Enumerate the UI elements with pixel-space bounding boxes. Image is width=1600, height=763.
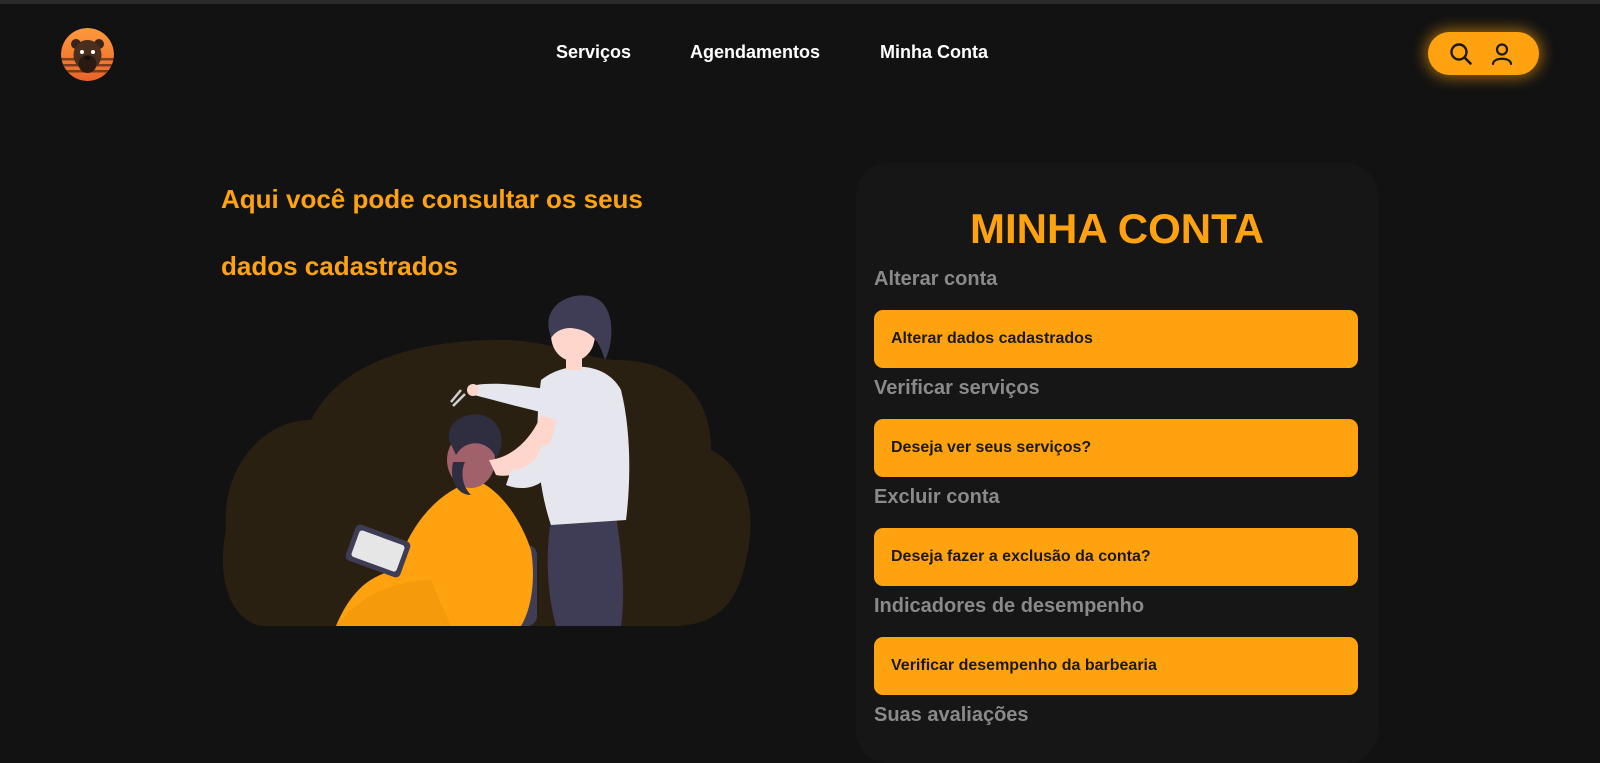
section-label-alterar-conta: Alterar conta: [874, 268, 998, 290]
alterar-dados-button[interactable]: Alterar dados cadastrados: [874, 310, 1358, 368]
header-actions: [1428, 32, 1539, 75]
section-label-excluir-conta: Excluir conta: [874, 486, 1000, 508]
account-title: MINHA CONTA: [970, 205, 1264, 252]
hero-heading: Aqui você pode consultar os seus dados c…: [221, 166, 701, 300]
user-icon[interactable]: [1489, 41, 1515, 67]
section-label-verificar-servicos: Verificar serviços: [874, 377, 1040, 399]
account-card: MINHA CONTA Alterar conta Alterar dados …: [856, 163, 1378, 763]
hero-line-1: Aqui você pode consultar os seus: [221, 184, 643, 214]
section-label-avaliacoes: Suas avaliações: [874, 704, 1029, 726]
ver-servicos-button[interactable]: Deseja ver seus serviços?: [874, 419, 1358, 477]
main-nav: Serviços Agendamentos Minha Conta: [0, 42, 1600, 66]
section-label-indicadores: Indicadores de desempenho: [874, 595, 1145, 617]
top-border: [0, 0, 1600, 4]
nav-minha-conta[interactable]: Minha Conta: [880, 42, 988, 63]
verificar-desempenho-button[interactable]: Verificar desempenho da barbearia: [874, 637, 1358, 695]
excluir-conta-button[interactable]: Deseja fazer a exclusão da conta?: [874, 528, 1358, 586]
search-icon[interactable]: [1448, 41, 1474, 67]
nav-servicos[interactable]: Serviços: [556, 42, 631, 63]
barber-illustration: [221, 290, 751, 626]
nav-agendamentos[interactable]: Agendamentos: [690, 42, 820, 63]
